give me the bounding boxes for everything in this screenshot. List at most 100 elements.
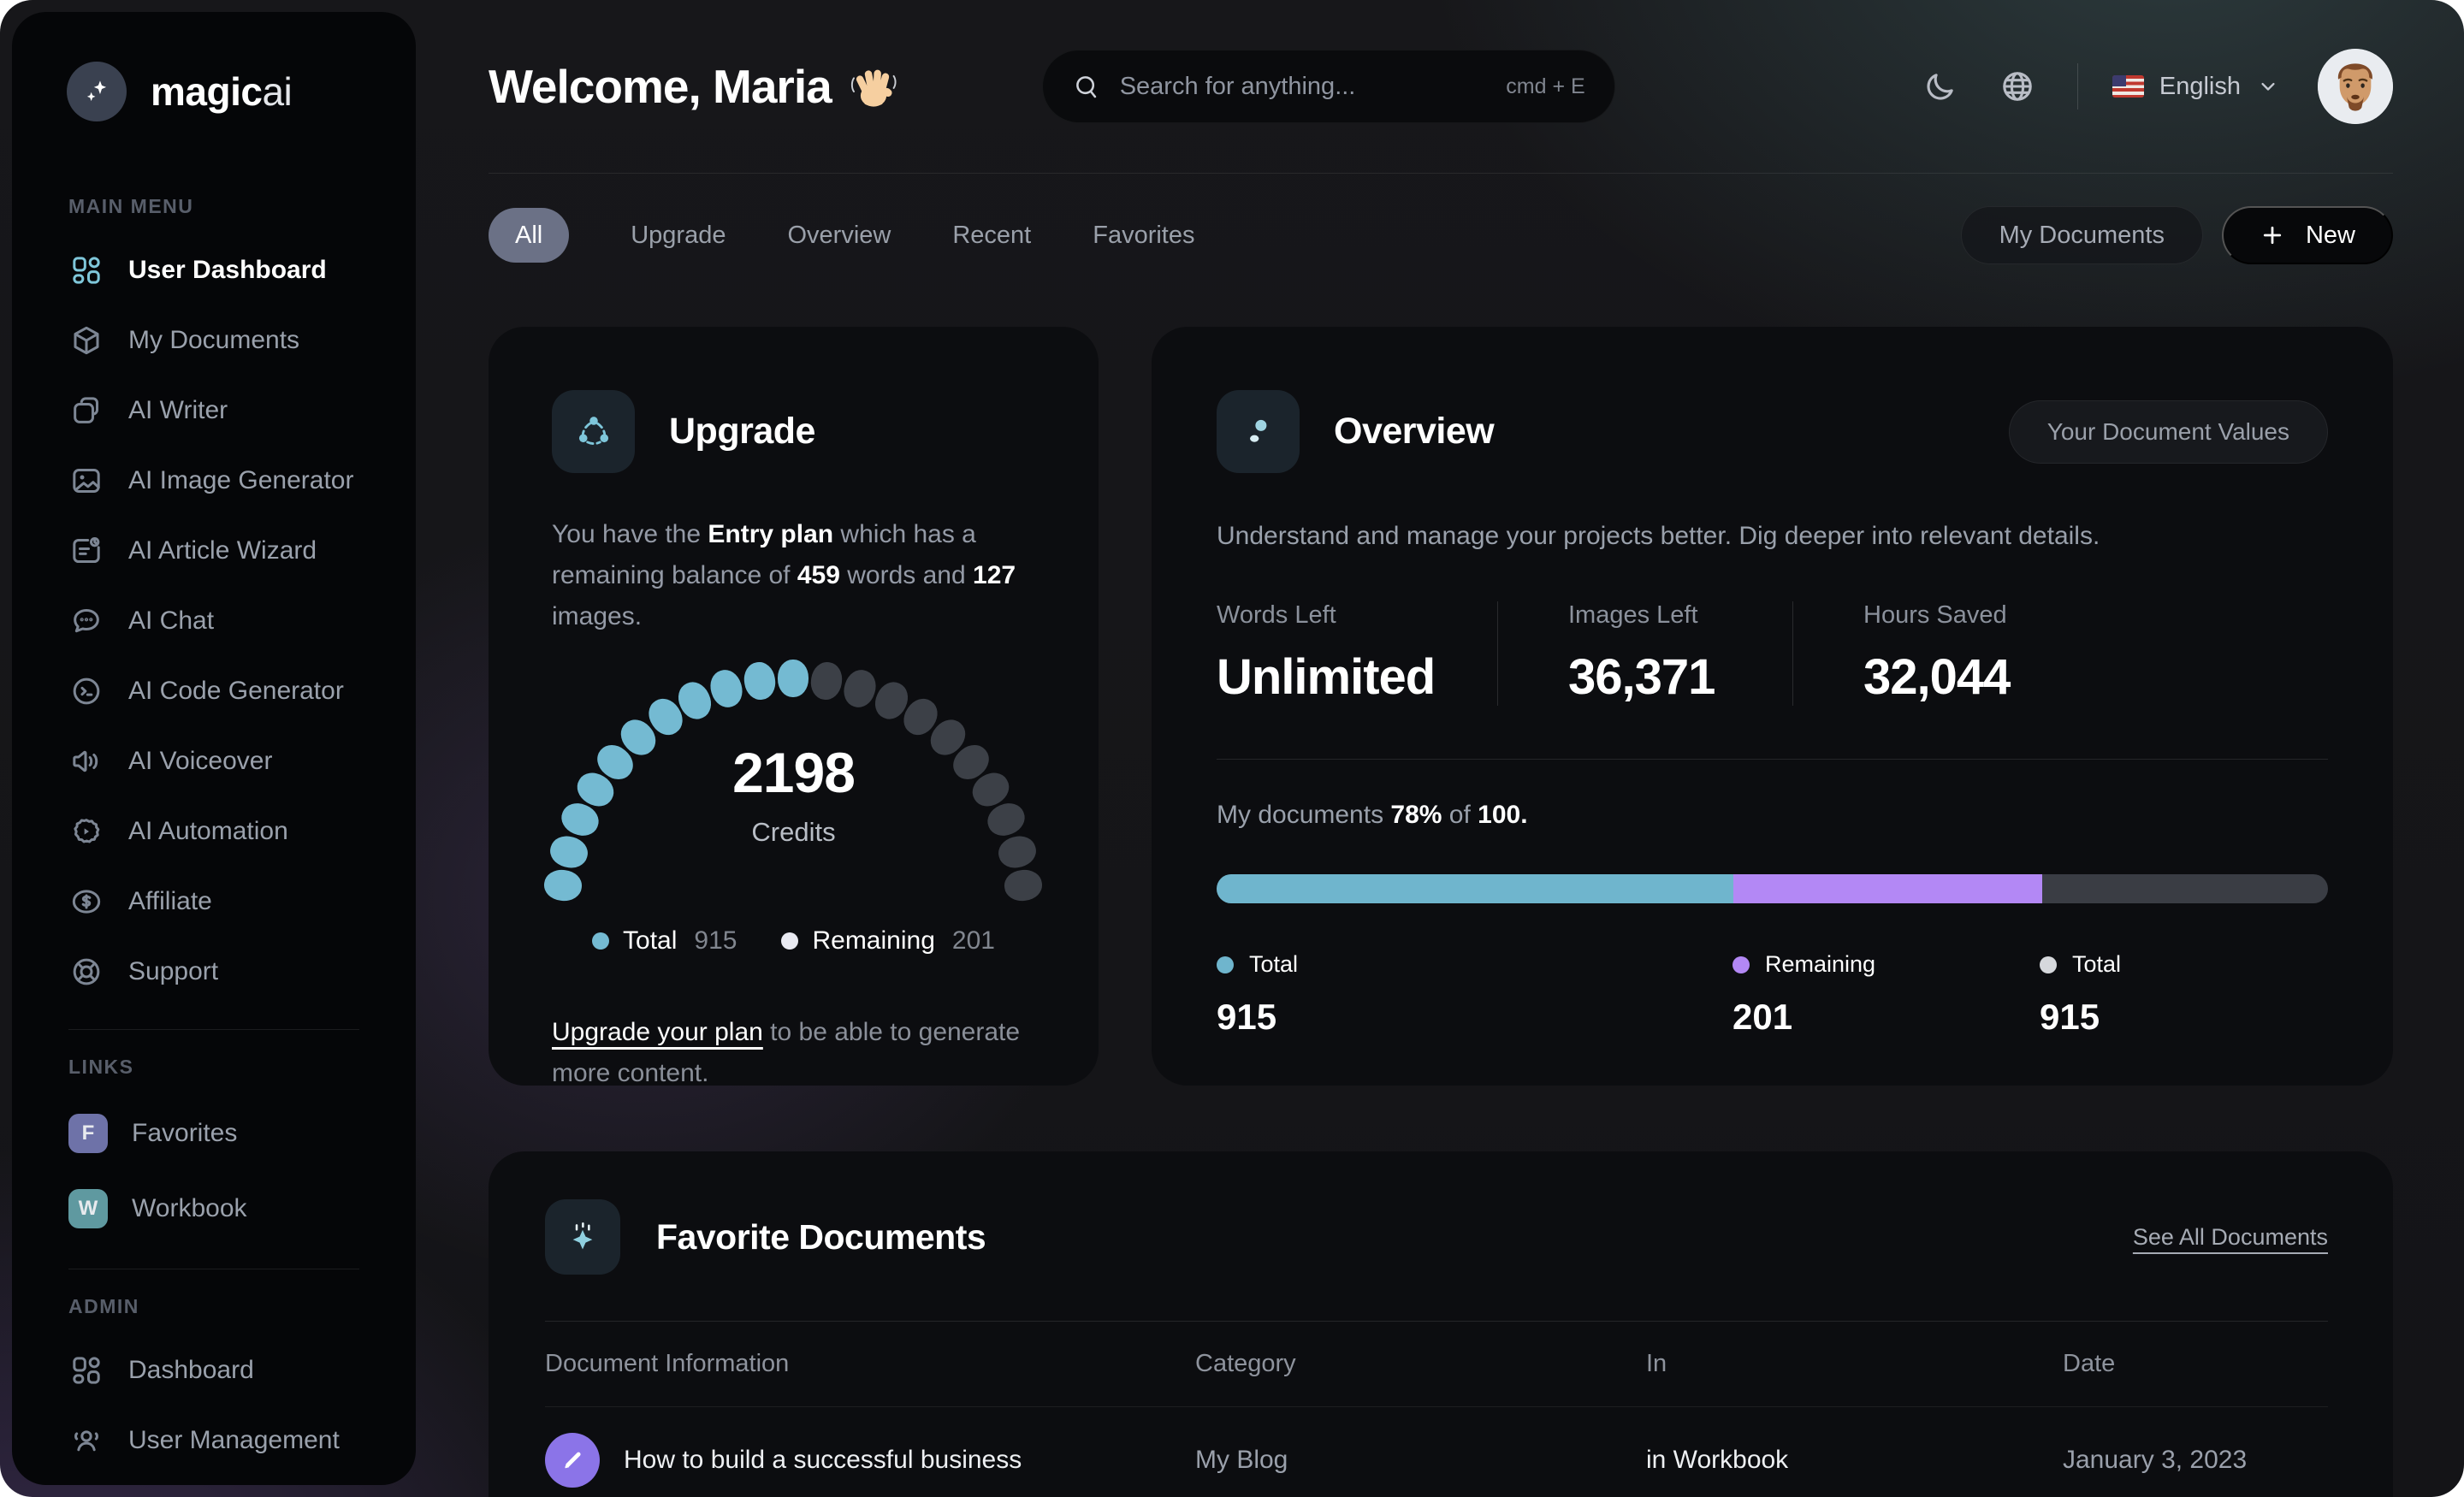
sidebar-item-label: AI Voiceover — [128, 747, 273, 775]
tab-upgrade[interactable]: Upgrade — [631, 222, 726, 250]
section-title: Favorite Documents — [656, 1216, 986, 1257]
col-date: Date — [2063, 1350, 2116, 1377]
sidebar-item-label: AI Chat — [128, 606, 215, 635]
sidebar-item-ai-chat[interactable]: AI Chat — [12, 586, 416, 656]
sidebar-item-my-documents[interactable]: My Documents — [12, 305, 416, 376]
sidebar-item-label: AI Automation — [128, 817, 288, 845]
document-title: How to build a successful business — [624, 1445, 1022, 1474]
chevron-down-icon — [2261, 82, 2275, 91]
progress-legend-total2: Total 915 — [2040, 951, 2122, 1037]
plus-icon — [2263, 226, 2282, 245]
sidebar-item-ai-image-generator[interactable]: AI Image Generator — [12, 446, 416, 516]
sidebar-item-ai-writer[interactable]: AI Writer — [12, 376, 416, 446]
sparkles-logo-icon — [67, 62, 127, 121]
see-all-documents-link[interactable]: See All Documents — [2133, 1224, 2328, 1251]
document-date: January 3, 2023 — [2063, 1445, 2248, 1474]
sidebar-item-label: Affiliate — [128, 887, 212, 915]
tab-recent[interactable]: Recent — [952, 222, 1031, 250]
filter-tabs-row: All Upgrade Overview Recent Favorites My… — [489, 206, 2393, 264]
dashboard-grid-icon — [68, 1352, 104, 1388]
sidebar-item-ai-automation[interactable]: AI Automation — [12, 796, 416, 867]
sidebar-item-label: AI Writer — [128, 396, 228, 424]
users-icon — [68, 1423, 104, 1459]
stat-words-left: Words Left Unlimited — [1217, 601, 1436, 705]
header-actions: My Documents New — [1960, 206, 2393, 264]
search-icon — [1072, 72, 1101, 101]
legend-dot-purple — [1732, 956, 1750, 973]
dashboard-grid-icon — [68, 252, 104, 288]
main-area: Welcome, Maria Search for anything... cm… — [416, 0, 2464, 1497]
header: Welcome, Maria Search for anything... cm… — [489, 0, 2393, 174]
sidebar-item-ai-article-wizard[interactable]: AI Article Wizard — [12, 516, 416, 586]
terminal-icon — [68, 673, 104, 709]
credits-value: 2198 — [732, 741, 856, 804]
gauge-legend: Total 915 Remaining 201 — [552, 926, 1035, 956]
sidebar-item-admin-dashboard[interactable]: Dashboard — [12, 1335, 416, 1405]
documents-progress-label: My documents 78% of 100. — [1217, 801, 1528, 829]
admin-menu: Dashboard User Management — [12, 1335, 416, 1476]
avatar[interactable] — [2318, 49, 2393, 124]
table-header-row: Document Information Category In Date — [545, 1322, 2328, 1407]
sidebar-item-user-management[interactable]: User Management — [12, 1405, 416, 1476]
documents-progress-bar — [1217, 874, 2328, 903]
sidebar-item-label: Favorites — [132, 1119, 238, 1147]
upgrade-plan-link[interactable]: Upgrade your plan — [552, 1018, 763, 1046]
tab-all[interactable]: All — [489, 208, 570, 263]
document-values-button[interactable]: Your Document Values — [2008, 399, 2328, 464]
legend-remaining: Remaining 201 — [781, 926, 995, 956]
table-row[interactable]: How to build a successful business My Bl… — [545, 1407, 2328, 1497]
search-shortcut: cmd + E — [1506, 74, 1585, 98]
progress-legend-remaining: Remaining 201 — [1732, 951, 1876, 1037]
sidebar-item-ai-voiceover[interactable]: AI Voiceover — [12, 726, 416, 796]
lifebuoy-icon — [68, 954, 104, 990]
sidebar-item-label: Support — [128, 957, 219, 985]
documents-table: Document Information Category In Date Ho… — [545, 1322, 2328, 1497]
workbook-badge: W — [68, 1189, 108, 1228]
links-label: LINKS — [68, 1056, 134, 1078]
tab-favorites[interactable]: Favorites — [1093, 222, 1194, 250]
search-input[interactable]: Search for anything... cmd + E — [1041, 50, 1615, 123]
sidebar-item-label: Dashboard — [128, 1356, 254, 1384]
overview-description: Understand and manage your projects bett… — [1217, 522, 2100, 550]
sidebar-item-favorites[interactable]: F Favorites — [12, 1096, 416, 1171]
sidebar-item-support[interactable]: Support — [12, 937, 416, 1007]
search-placeholder: Search for anything... — [1119, 72, 1356, 100]
language-label: English — [2159, 72, 2241, 100]
main-menu-label: MAIN MENU — [68, 195, 194, 217]
credits-label: Credits — [751, 817, 836, 847]
favorite-documents-header: Favorite Documents See All Documents — [545, 1199, 2328, 1322]
sidebar-item-label: My Documents — [128, 326, 300, 354]
scatter-dots-icon — [1217, 390, 1300, 473]
cards-row: Upgrade You have the Entry plan which ha… — [489, 327, 2393, 1087]
col-document-information: Document Information — [545, 1350, 790, 1377]
sidebar-item-workbook[interactable]: W Workbook — [12, 1171, 416, 1246]
page-title: Welcome, Maria — [489, 59, 898, 114]
sidebar-item-affiliate[interactable]: Affiliate — [12, 867, 416, 937]
language-selector[interactable]: English — [2112, 73, 2280, 101]
cube-icon — [68, 322, 104, 358]
globe-icon[interactable] — [1992, 61, 2043, 112]
col-category: Category — [1195, 1350, 1296, 1377]
sidebar-item-label: AI Code Generator — [128, 677, 344, 705]
sidebar-item-user-dashboard[interactable]: User Dashboard — [12, 235, 416, 305]
credits-gauge: 2198 Credits — [542, 644, 1044, 918]
legend-dot-light — [2040, 956, 2057, 973]
my-documents-button[interactable]: My Documents — [1960, 206, 2203, 264]
overview-divider — [1217, 759, 2328, 760]
new-button[interactable]: New — [2221, 206, 2393, 264]
links-menu: F Favorites W Workbook — [12, 1096, 416, 1246]
dark-mode-toggle[interactable] — [1915, 61, 1966, 112]
tab-overview[interactable]: Overview — [787, 222, 891, 250]
article-icon — [68, 533, 104, 569]
stat-hours-saved: Hours Saved 32,044 — [1792, 601, 2044, 706]
card-title: Overview — [1334, 411, 1495, 452]
document-location: in Workbook — [1646, 1445, 1789, 1474]
filter-tabs: All Upgrade Overview Recent Favorites — [489, 208, 1195, 263]
sidebar-item-label: Workbook — [132, 1194, 247, 1222]
sidebar-item-ai-code-generator[interactable]: AI Code Generator — [12, 656, 416, 726]
us-flag-icon — [2112, 75, 2144, 98]
brand-logo[interactable]: magicai — [12, 62, 416, 121]
upgrade-footer: Upgrade your plan to be able to generate… — [552, 1018, 1021, 1087]
progress-legend-total: Total 915 — [1217, 951, 1299, 1037]
legend-dot-white — [781, 932, 799, 950]
